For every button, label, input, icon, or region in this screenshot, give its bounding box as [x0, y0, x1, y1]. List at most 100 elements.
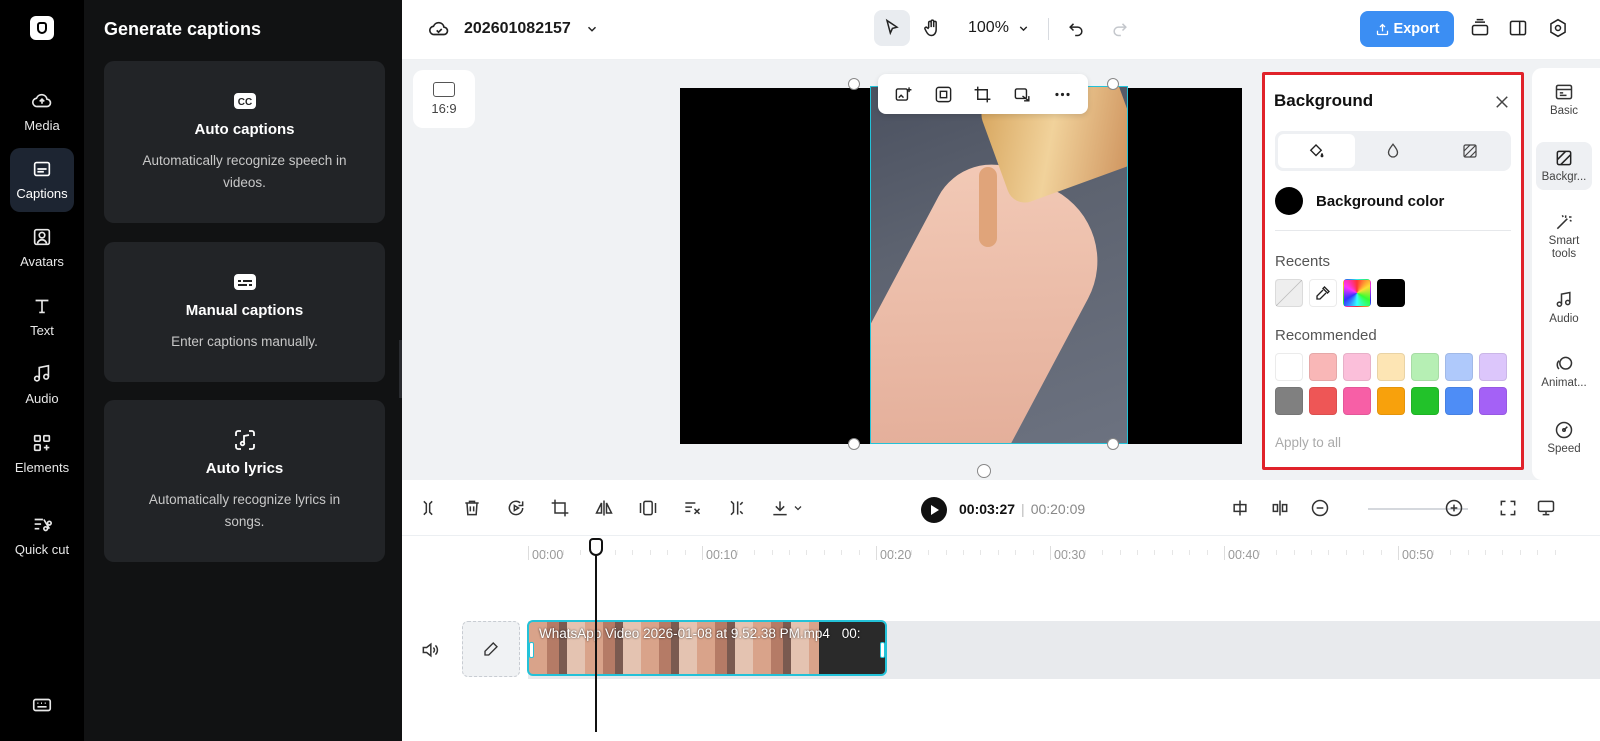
- color-swatch[interactable]: [1309, 387, 1337, 415]
- background-color-swatch[interactable]: [1275, 187, 1303, 215]
- rail-item-quick-cut[interactable]: Quick cut: [10, 500, 74, 572]
- selected-video-clip[interactable]: [870, 86, 1128, 444]
- color-swatch[interactable]: [1445, 387, 1473, 415]
- snap-icon[interactable]: [1230, 498, 1250, 518]
- color-swatch[interactable]: [1445, 353, 1473, 381]
- flip-icon[interactable]: [594, 498, 614, 518]
- chevron-down-icon[interactable]: [792, 498, 804, 518]
- split-icon[interactable]: [418, 498, 438, 518]
- aspect-ratio-button[interactable]: 16:9: [413, 70, 475, 128]
- project-title[interactable]: 202601082157: [428, 18, 599, 40]
- freeze-icon[interactable]: [638, 498, 658, 518]
- resize-handle-bottom-left[interactable]: [848, 438, 860, 450]
- color-swatch[interactable]: [1275, 387, 1303, 415]
- replace-image-icon[interactable]: [894, 85, 913, 104]
- color-swatch[interactable]: [1343, 387, 1371, 415]
- resize-handle-top-right[interactable]: [1107, 78, 1119, 90]
- color-swatch[interactable]: [1309, 353, 1337, 381]
- more-icon[interactable]: [1053, 85, 1072, 104]
- redo-button[interactable]: [1110, 18, 1130, 38]
- close-icon[interactable]: [1493, 93, 1511, 111]
- trash-icon[interactable]: [462, 498, 482, 518]
- divider: [1048, 18, 1049, 40]
- select-tool-button[interactable]: [874, 10, 910, 46]
- rail-item-basic[interactable]: Basic: [1536, 82, 1592, 118]
- rail-item-animation[interactable]: Animat...: [1536, 354, 1592, 390]
- tab-pattern[interactable]: [1431, 134, 1508, 168]
- zoom-select[interactable]: 100%: [968, 19, 1030, 37]
- timeline[interactable]: 00:00 00:10 00:20 00:30 00:40 00:50 WhatsApp …: [402, 536, 1600, 741]
- hand-icon: [924, 19, 937, 37]
- resize-handle-bottom-right[interactable]: [1107, 438, 1119, 450]
- no-color-swatch[interactable]: [1275, 279, 1303, 307]
- layout-button[interactable]: [1508, 18, 1528, 38]
- color-picker-swatch[interactable]: [1343, 279, 1371, 307]
- rail-item-media[interactable]: Media: [10, 80, 74, 144]
- color-swatch[interactable]: [1479, 353, 1507, 381]
- keyboard-icon[interactable]: [31, 694, 53, 716]
- manual-captions-card[interactable]: Manual captions Enter captions manually.: [104, 242, 385, 382]
- color-swatch[interactable]: [1377, 387, 1405, 415]
- download-icon[interactable]: [770, 498, 790, 518]
- clip-trim-left-handle[interactable]: [529, 642, 534, 658]
- ruler-minor-tick: [562, 550, 564, 555]
- undo-button[interactable]: [1066, 18, 1086, 38]
- rail-item-audio[interactable]: Audio: [1536, 290, 1592, 326]
- rotate-handle[interactable]: [977, 464, 991, 478]
- card-title: Auto captions: [194, 121, 295, 138]
- rail-item-text[interactable]: Text: [10, 285, 74, 349]
- fit-icon[interactable]: [934, 85, 953, 104]
- play-button[interactable]: [921, 497, 947, 523]
- crop-icon[interactable]: [550, 498, 570, 518]
- settings-button[interactable]: [1548, 18, 1568, 38]
- track-cover-edit[interactable]: [462, 621, 520, 677]
- rail-item-audio[interactable]: Audio: [10, 353, 74, 417]
- text-icon: [35, 299, 49, 314]
- ruler-minor-tick: [1067, 550, 1069, 555]
- recent-black-swatch[interactable]: [1377, 279, 1405, 307]
- crop-icon[interactable]: [973, 85, 992, 104]
- app-logo[interactable]: [30, 16, 54, 40]
- tab-color-fill[interactable]: [1278, 134, 1355, 168]
- playhead[interactable]: [595, 540, 597, 732]
- rail-item-smart-tools[interactable]: Smart tools: [1536, 212, 1592, 261]
- apply-to-all-button[interactable]: Apply to all: [1275, 435, 1341, 450]
- resize-handle-top-left[interactable]: [848, 78, 860, 90]
- rail-item-label: Backgr...: [1541, 171, 1587, 183]
- hand-tool-button[interactable]: [914, 10, 950, 46]
- replay-icon[interactable]: [506, 498, 526, 518]
- align-icon[interactable]: [1270, 498, 1290, 518]
- color-swatch[interactable]: [1343, 353, 1371, 381]
- background-color-row[interactable]: Background color: [1275, 187, 1444, 215]
- zoom-out-icon[interactable]: [1310, 498, 1330, 518]
- tab-blur[interactable]: [1355, 134, 1432, 168]
- color-swatch[interactable]: [1479, 387, 1507, 415]
- zoom-in-icon[interactable]: [1444, 498, 1464, 518]
- transform-icon[interactable]: [1013, 85, 1032, 104]
- rail-item-speed[interactable]: Speed: [1536, 420, 1592, 456]
- rail-item-elements[interactable]: Elements: [10, 422, 74, 486]
- eyedropper-icon: [1316, 286, 1330, 300]
- auto-captions-card[interactable]: CC Auto captions Automatically recognize…: [104, 61, 385, 223]
- export-button[interactable]: Export: [1360, 11, 1454, 47]
- layers-button[interactable]: [1470, 18, 1490, 38]
- rail-item-captions[interactable]: Captions: [10, 148, 74, 212]
- rail-item-background[interactable]: Backgr...: [1536, 142, 1592, 190]
- cursor-icon: [885, 18, 899, 36]
- quick-cut-icon[interactable]: [682, 498, 702, 518]
- color-swatch[interactable]: [1411, 353, 1439, 381]
- eyedropper-swatch[interactable]: [1309, 279, 1337, 307]
- color-swatch[interactable]: [1275, 353, 1303, 381]
- timeline-video-clip[interactable]: WhatsApp Video 2026-01-08 at 9.52.38 PM.…: [527, 620, 887, 676]
- ruler-minor-tick: [1206, 550, 1208, 555]
- auto-lyrics-card[interactable]: Auto lyrics Automatically recognize lyri…: [104, 400, 385, 562]
- color-swatch[interactable]: [1411, 387, 1439, 415]
- split-scene-icon[interactable]: [726, 498, 746, 518]
- clip-trim-right-handle[interactable]: [880, 642, 885, 658]
- color-swatch[interactable]: [1377, 353, 1405, 381]
- playhead-handle[interactable]: [589, 538, 603, 556]
- fullscreen-icon[interactable]: [1498, 498, 1518, 518]
- volume-icon[interactable]: [420, 640, 440, 660]
- monitor-icon[interactable]: [1536, 498, 1556, 518]
- rail-item-avatars[interactable]: Avatars: [10, 216, 74, 280]
